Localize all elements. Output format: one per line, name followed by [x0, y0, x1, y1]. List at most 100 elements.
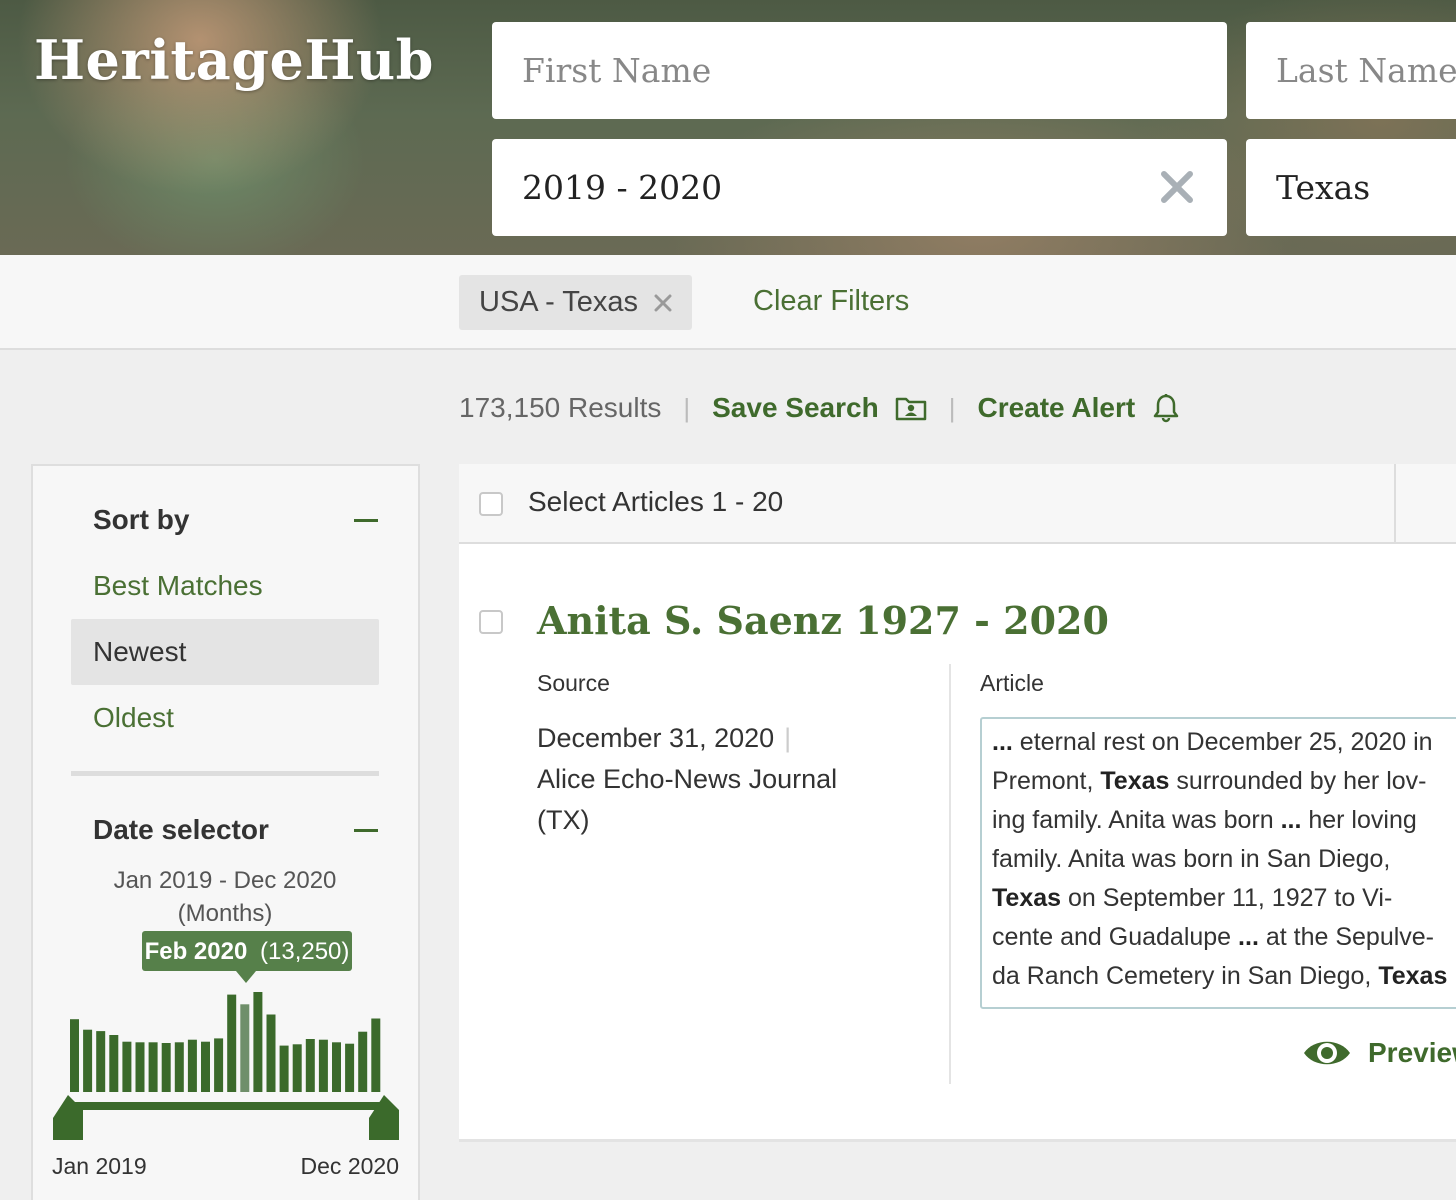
article-snippet: ... eternal rest on December 25, 2020 in…: [980, 717, 1456, 1009]
separator: |: [683, 392, 691, 423]
sort-option-best-matches[interactable]: Best Matches: [71, 553, 379, 619]
results-count: 173,150 Results: [459, 392, 662, 423]
article-line: cente and Guadalupe ... at the Sepulve-: [992, 918, 1456, 957]
range-handle-end[interactable]: [369, 1095, 399, 1140]
collapse-date-icon[interactable]: [354, 829, 378, 832]
date-range-text: Jan 2019 - Dec 2020: [113, 867, 337, 894]
article-text: ing family. Anita was born: [992, 806, 1281, 834]
article-text: da Ranch Cemetery in San Diego,: [992, 962, 1379, 990]
histogram-bar[interactable]: [345, 1043, 355, 1092]
years-input[interactable]: [522, 168, 1227, 207]
logo[interactable]: HeritageHub: [34, 28, 434, 92]
years-field-box[interactable]: [492, 139, 1227, 236]
result-checkbox[interactable]: [479, 610, 503, 634]
histogram-bar[interactable]: [96, 1031, 106, 1092]
results-bar: 173,150 Results | Save Search | Create A…: [459, 388, 1181, 428]
histogram-bar[interactable]: [240, 1004, 250, 1092]
histogram-bar[interactable]: [148, 1042, 158, 1092]
article-highlight: ...: [1280, 806, 1302, 834]
article-line: ... eternal rest on December 25, 2020 in: [992, 723, 1456, 762]
article-line: family. Anita was born in San Diego,: [992, 840, 1456, 879]
range-track: [69, 1102, 385, 1110]
sidebar-divider: [71, 771, 379, 776]
first-name-input[interactable]: [522, 51, 1227, 90]
article-text: her loving: [1301, 806, 1417, 834]
article-text: family. Anita was born in San Diego,: [992, 845, 1391, 873]
histogram-bar[interactable]: [70, 1019, 79, 1092]
first-name-field-box[interactable]: [492, 22, 1227, 119]
range-start-label: Jan 2019: [52, 1153, 147, 1179]
article-line: Premont, Texas surrounded by her lov-: [992, 762, 1456, 801]
histogram-bar[interactable]: [161, 1043, 171, 1092]
header-divider: [1394, 464, 1396, 544]
preview-button[interactable]: Preview: [1302, 1036, 1456, 1070]
article-text: surrounded by her lov-: [1169, 767, 1427, 795]
tooltip-count: (13,250): [260, 938, 349, 965]
article-text: at the Sepulve-: [1258, 923, 1435, 951]
filter-chip-usa-texas[interactable]: USA - Texas: [459, 275, 693, 330]
article-label: Article: [980, 670, 1044, 696]
histogram-bar[interactable]: [214, 1038, 224, 1092]
histogram-bar[interactable]: [109, 1035, 119, 1092]
date-histogram[interactable]: Feb 2020 (13,250) Jan 2019 Dec 2020: [33, 926, 422, 1200]
last-name-input[interactable]: [1276, 51, 1456, 90]
histogram-bar[interactable]: [201, 1041, 210, 1092]
article-text: Premont,: [992, 767, 1101, 795]
create-alert-label: Create Alert: [977, 392, 1136, 423]
article-highlight: Texas: [1378, 962, 1448, 990]
range-end-label: Dec 2020: [301, 1153, 399, 1179]
filter-chip-label: USA - Texas: [479, 286, 639, 318]
clear-years-icon[interactable]: [1157, 167, 1197, 207]
sort-by-title: Sort by: [93, 504, 190, 535]
remove-filter-icon[interactable]: [654, 294, 672, 312]
sidebar: Sort by Best Matches Newest Oldest Date …: [31, 464, 420, 1200]
histogram-bar[interactable]: [332, 1042, 341, 1092]
range-handle-start[interactable]: [53, 1095, 83, 1140]
histogram-bar[interactable]: [371, 1018, 381, 1093]
histogram-bar[interactable]: [253, 992, 263, 1092]
save-search-button[interactable]: Save Search: [712, 392, 927, 424]
column-divider: [949, 664, 951, 1084]
sort-option-oldest[interactable]: Oldest: [71, 685, 379, 751]
clear-filters-link[interactable]: Clear Filters: [753, 285, 909, 318]
svg-text:Feb 2020 (13,250): Feb 2020 (13,250): [145, 938, 350, 965]
state-input[interactable]: [1276, 168, 1456, 207]
article-highlight: Texas: [1100, 767, 1170, 795]
article-line: da Ranch Cemetery in San Diego, Texas: [992, 957, 1456, 996]
histogram-bar[interactable]: [318, 1039, 328, 1092]
article-highlight: Texas: [992, 884, 1062, 912]
preview-label: Preview: [1368, 1037, 1456, 1068]
sort-option-newest[interactable]: Newest: [71, 619, 379, 685]
tooltip-month: Feb 2020: [145, 938, 248, 965]
histogram-bar[interactable]: [187, 1039, 197, 1092]
source-date: December 31, 2020: [537, 723, 775, 753]
select-articles-label: Select Articles 1 - 20: [528, 486, 784, 517]
histogram-bar[interactable]: [292, 1044, 302, 1092]
eye-icon: [1304, 1041, 1350, 1065]
source-info: December 31, 2020 | Alice Echo-News Journ…: [537, 718, 887, 841]
article-text: on September 11, 1927 to Vi-: [1061, 884, 1393, 912]
separator: |: [784, 723, 792, 753]
collapse-sort-icon[interactable]: [354, 519, 378, 522]
histogram-bar[interactable]: [122, 1041, 132, 1092]
article-text: eternal rest on December 25, 2020 in: [1012, 728, 1433, 756]
histogram-bar[interactable]: [135, 1042, 145, 1092]
histogram-bar[interactable]: [266, 1014, 276, 1093]
last-name-field-box[interactable]: [1246, 22, 1456, 119]
histogram-tooltip: Feb 2020 (13,250): [142, 931, 352, 983]
article-line: ing family. Anita was born ... her lovin…: [992, 801, 1456, 840]
date-range-label: Jan 2019 - Dec 2020 (Months): [71, 864, 379, 930]
histogram-bar[interactable]: [227, 994, 237, 1092]
histogram-bar[interactable]: [279, 1045, 289, 1092]
histogram-bar[interactable]: [174, 1042, 184, 1092]
result-title-link[interactable]: Anita S. Saenz 1927 - 2020: [537, 598, 1109, 643]
histogram-bar[interactable]: [305, 1039, 315, 1092]
separator: |: [948, 392, 956, 423]
list-header: Select Articles 1 - 20: [459, 464, 1456, 544]
create-alert-button[interactable]: Create Alert: [977, 392, 1181, 424]
histogram-bar[interactable]: [83, 1029, 93, 1092]
article-highlight: ...: [992, 728, 1013, 756]
histogram-bar[interactable]: [358, 1031, 368, 1092]
select-all-checkbox[interactable]: [479, 492, 503, 516]
state-field-box[interactable]: [1246, 139, 1456, 236]
